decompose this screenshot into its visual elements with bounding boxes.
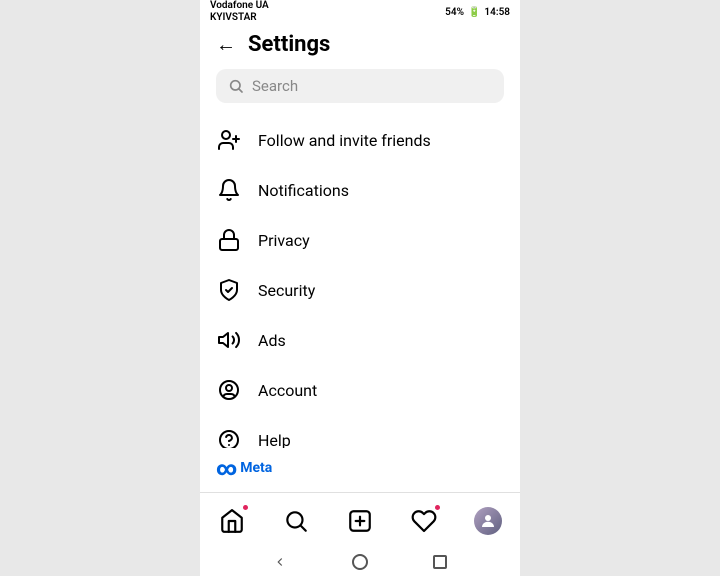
menu-item-notifications[interactable]: Notifications [200,165,520,215]
menu-item-help[interactable]: Help [200,415,520,448]
meta-infinity-icon: ∞ [216,456,236,480]
follow-label: Follow and invite friends [258,131,431,150]
status-right: 54% 🔋 14:58 [445,7,510,18]
security-label: Security [258,281,315,300]
menu-item-security[interactable]: Security [200,265,520,315]
security-icon [216,277,242,303]
status-bar: Vodafone UA KYIVSTAR 54% 🔋 14:58 [200,0,520,24]
privacy-label: Privacy [258,231,310,250]
heart-notification-dot [435,505,440,510]
search-nav-icon [283,508,309,534]
account-icon [216,377,242,403]
back-gesture-button[interactable] [269,551,291,573]
follow-icon [216,127,242,153]
home-notification-dot [243,505,248,510]
add-icon [347,508,373,534]
nav-search[interactable] [278,503,314,539]
carrier-info: Vodafone UA KYIVSTAR [210,0,269,24]
network-name: KYIVSTAR [210,12,269,24]
account-label: Account [258,381,317,400]
nav-profile[interactable] [470,503,506,539]
meta-label: Meta [240,460,272,476]
ads-icon [216,327,242,353]
privacy-icon [216,227,242,253]
ads-label: Ads [258,331,286,350]
time-display: 14:58 [484,7,510,18]
battery-level: 54% [445,7,464,18]
menu-list: Follow and invite friends Notifications … [200,111,520,448]
home-gesture-button[interactable] [349,551,371,573]
menu-item-privacy[interactable]: Privacy [200,215,520,265]
top-bar: ← Settings [200,24,520,65]
menu-item-account[interactable]: Account [200,365,520,415]
profile-icon [474,507,502,535]
nav-heart[interactable] [406,503,442,539]
nav-add[interactable] [342,503,378,539]
search-placeholder: Search [252,77,298,95]
bottom-nav [200,492,520,548]
notifications-icon [216,177,242,203]
carrier-name: Vodafone UA [210,0,269,12]
back-button[interactable]: ← [216,32,236,57]
home-icon [219,508,245,534]
search-icon [228,78,244,94]
menu-item-follow[interactable]: Follow and invite friends [200,115,520,165]
menu-item-ads[interactable]: Ads [200,315,520,365]
heart-icon [411,508,437,534]
gesture-bar [200,548,520,576]
meta-logo: ∞ Meta [216,456,504,480]
notifications-label: Notifications [258,181,349,200]
battery-icon: 🔋 [468,7,480,18]
meta-section: ∞ Meta [200,448,520,492]
nav-home[interactable] [214,503,250,539]
page-title: Settings [248,32,330,57]
help-label: Help [258,431,291,449]
phone-frame: Vodafone UA KYIVSTAR 54% 🔋 14:58 ← Setti… [200,0,520,576]
recents-gesture-button[interactable] [429,551,451,573]
help-icon [216,427,242,448]
search-bar[interactable]: Search [216,69,504,103]
